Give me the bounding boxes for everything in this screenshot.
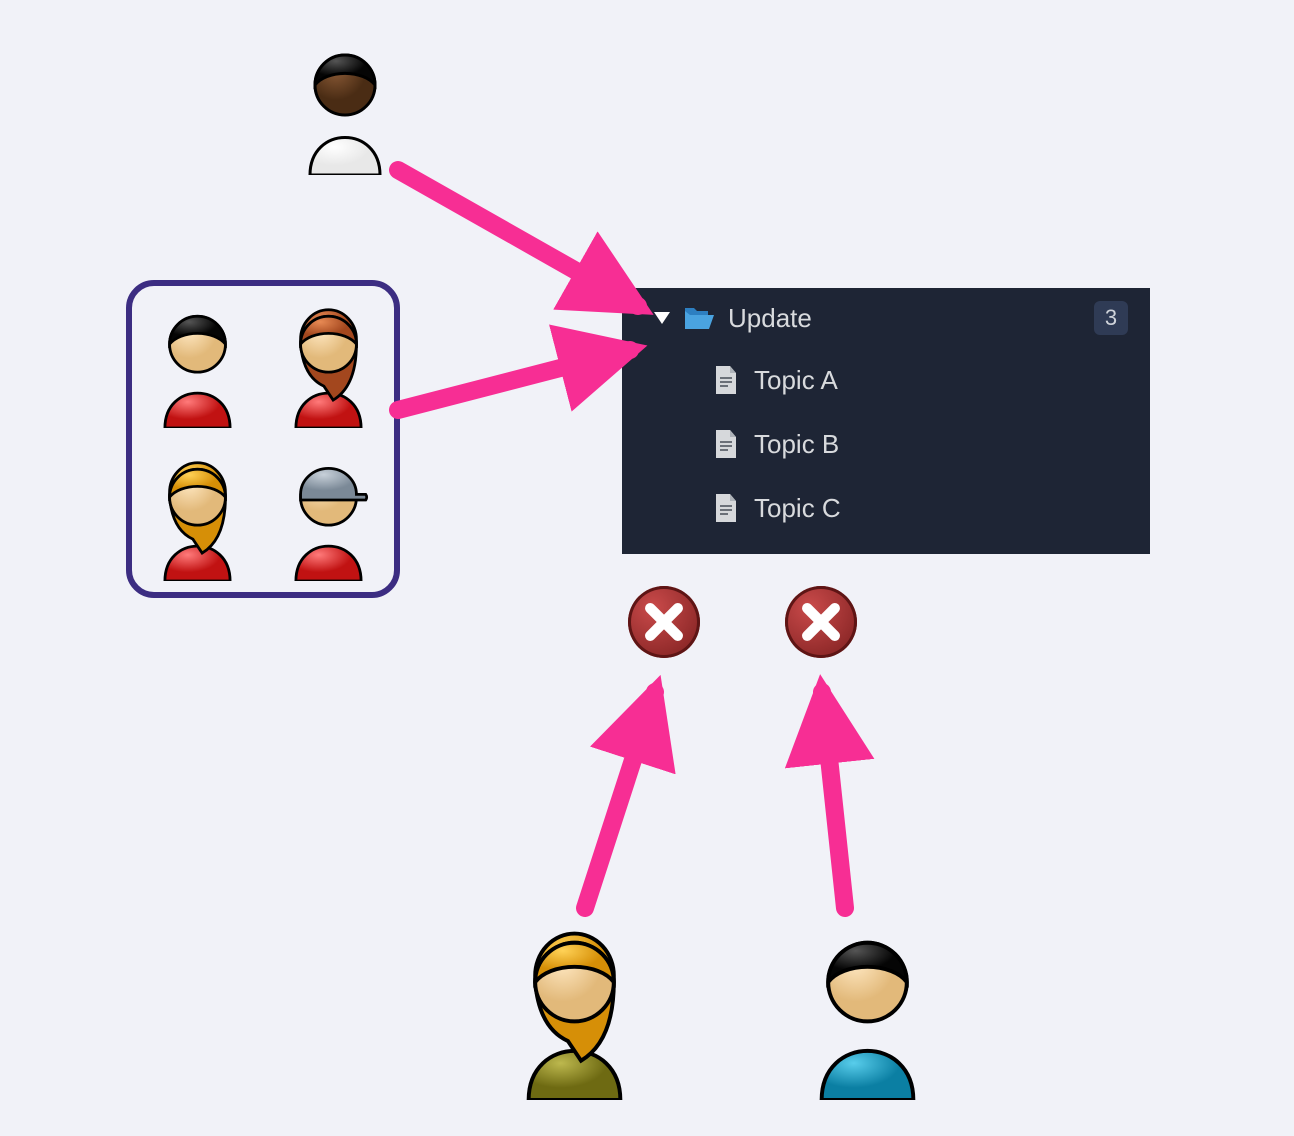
allow-arrow bbox=[398, 350, 630, 410]
topic-row[interactable]: Topic A bbox=[622, 348, 1150, 412]
disclosure-triangle-icon[interactable] bbox=[654, 312, 670, 324]
deny-icon bbox=[785, 586, 857, 658]
group-user-icon bbox=[276, 293, 381, 433]
denied-user-icon bbox=[795, 910, 940, 1105]
deny-icon bbox=[628, 586, 700, 658]
deny-arrow bbox=[585, 692, 655, 908]
document-icon bbox=[714, 494, 738, 522]
count-badge: 3 bbox=[1094, 301, 1128, 335]
document-icon bbox=[714, 430, 738, 458]
folder-row[interactable]: Update 3 bbox=[622, 288, 1150, 348]
topic-row[interactable]: Topic C bbox=[622, 476, 1150, 540]
topic-label: Topic A bbox=[754, 365, 838, 396]
denied-user-icon bbox=[502, 910, 647, 1105]
topic-label: Topic B bbox=[754, 429, 839, 460]
folder-panel: Update 3 Topic A Topic B Topic C bbox=[622, 288, 1150, 554]
group-user-icon bbox=[276, 446, 381, 586]
diagram-stage: Update 3 Topic A Topic B Topic C bbox=[0, 0, 1294, 1136]
owner-user-icon bbox=[290, 30, 400, 180]
document-icon bbox=[714, 366, 738, 394]
topic-label: Topic C bbox=[754, 493, 841, 524]
allow-arrow bbox=[398, 170, 638, 306]
group-user-icon bbox=[145, 293, 250, 433]
folder-open-icon bbox=[684, 305, 714, 331]
topic-row[interactable]: Topic B bbox=[622, 412, 1150, 476]
user-group-box bbox=[126, 280, 400, 598]
folder-label: Update bbox=[728, 303, 812, 334]
deny-arrow bbox=[822, 692, 845, 908]
group-user-icon bbox=[145, 446, 250, 586]
